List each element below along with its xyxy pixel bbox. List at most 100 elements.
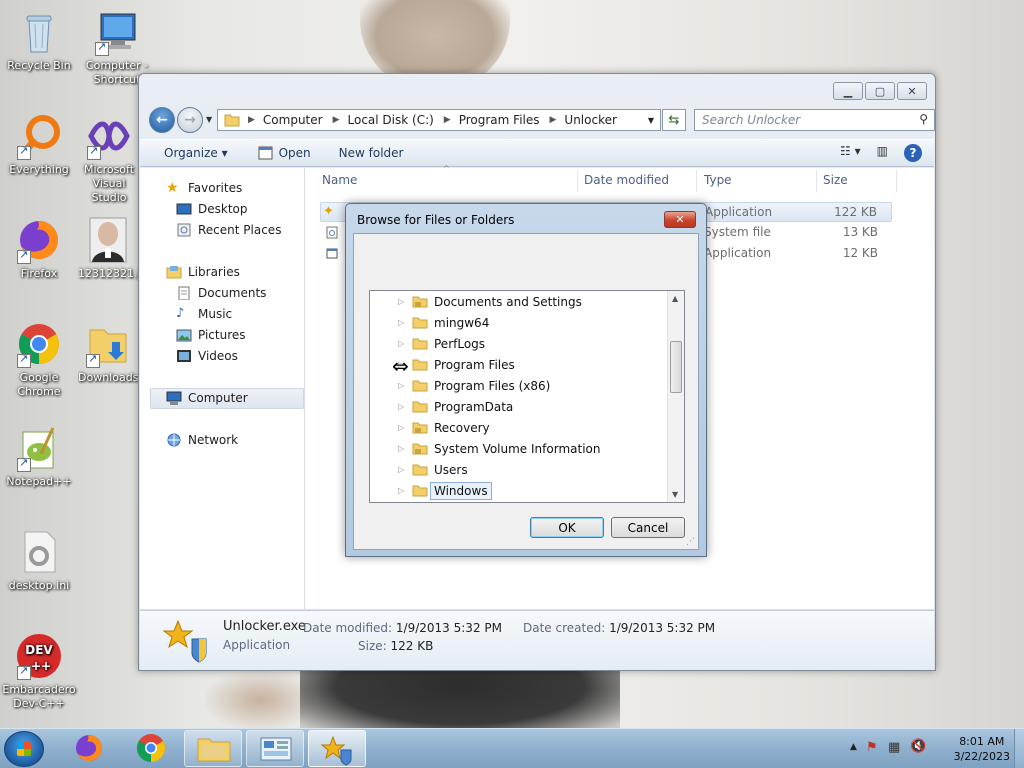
open-button[interactable]: Open (258, 146, 311, 160)
settings-file-icon (15, 528, 63, 576)
new-folder-button[interactable]: New folder (339, 146, 404, 160)
shortcut-arrow-icon (17, 352, 31, 368)
breadcrumb-separator-icon: ▶ (248, 115, 255, 125)
tree-item-windows[interactable]: ▷ Windows (370, 480, 492, 501)
volume-muted-icon[interactable]: 🔇 (910, 739, 926, 754)
folder-icon (412, 464, 428, 476)
nav-libraries[interactable]: Libraries (166, 262, 240, 282)
address-dropdown-icon[interactable]: ▼ (648, 116, 654, 125)
address-bar[interactable]: ▶ Computer ▶ Local Disk (C:) ▶ Program F… (217, 109, 661, 131)
expand-arrow-icon[interactable]: ▷ (398, 318, 408, 327)
forward-button[interactable]: → (177, 107, 203, 133)
search-input[interactable]: Search Unlocker ⚲ (694, 109, 935, 131)
column-size[interactable]: Size (823, 173, 848, 187)
show-hidden-icons-button[interactable]: ▲ (850, 742, 857, 752)
organize-button[interactable]: Organize ▾ (164, 146, 228, 160)
desktop-icon-dev-cpp[interactable]: DEV++ Embarcadero Dev-C++ (0, 632, 78, 711)
nav-desktop[interactable]: Desktop (176, 199, 248, 219)
tree-item-documents-and-settings[interactable]: ▷ Documents and Settings (370, 291, 582, 312)
breadcrumb-unlocker[interactable]: Unlocker (564, 113, 617, 127)
cancel-button[interactable]: Cancel (611, 517, 685, 538)
desktop-icon-notepad-plus-plus[interactable]: Notepad++ (0, 424, 78, 489)
close-button[interactable]: ✕ (897, 82, 927, 100)
expand-arrow-icon[interactable]: ▷ (398, 297, 408, 306)
minimize-button[interactable]: ▁ (833, 82, 863, 100)
desktop-icon-image-file[interactable]: 12312321.j (78, 216, 138, 281)
refresh-icon: ⇆ (668, 112, 680, 128)
nav-computer[interactable]: Computer (166, 388, 248, 408)
help-button[interactable]: ? (904, 144, 922, 162)
taskbar-explorer[interactable] (184, 730, 242, 767)
expand-arrow-icon[interactable]: ▷ (398, 444, 408, 453)
column-separator[interactable] (816, 170, 817, 192)
dialog-close-button[interactable]: ✕ (664, 211, 696, 228)
start-button[interactable] (4, 731, 44, 767)
tree-scrollbar[interactable]: ▲ ▼ (667, 291, 684, 502)
recent-pages-dropdown[interactable]: ▼ (206, 115, 212, 124)
scroll-down-icon[interactable]: ▼ (672, 490, 678, 499)
nav-music[interactable]: ♪ Music (176, 304, 232, 324)
breadcrumb-computer[interactable]: Computer (263, 113, 323, 127)
control-panel-icon (260, 737, 292, 761)
scroll-up-icon[interactable]: ▲ (672, 294, 678, 303)
nav-recent-places[interactable]: Recent Places (176, 220, 281, 240)
clock[interactable]: 8:01 AM 3/22/2023 (954, 734, 1010, 764)
scrollbar-thumb[interactable] (670, 341, 682, 393)
nav-pictures[interactable]: Pictures (176, 325, 246, 345)
desktop-icon-desktop-ini[interactable]: desktop.ini (0, 528, 78, 593)
taskbar-unlocker[interactable] (308, 730, 366, 767)
taskbar-chrome[interactable] (122, 730, 180, 767)
firefox-icon (76, 735, 102, 761)
column-separator[interactable] (696, 170, 697, 192)
action-center-flag-icon[interactable]: ⚑ (866, 740, 878, 755)
expand-arrow-icon[interactable]: ▷ (398, 402, 408, 411)
desktop-icon-firefox[interactable]: Firefox (0, 216, 78, 281)
preview-pane-icon: ▥ (876, 144, 888, 158)
resize-grip-icon[interactable]: ⋰ (686, 537, 695, 547)
breadcrumb-local-disk[interactable]: Local Disk (C:) (348, 113, 434, 127)
tree-item-recovery[interactable]: ▷ Recovery (370, 417, 490, 438)
expand-arrow-icon[interactable]: ▷ (398, 381, 408, 390)
breadcrumb-program-files[interactable]: Program Files (459, 113, 540, 127)
expand-arrow-icon[interactable]: ▷ (398, 423, 408, 432)
nav-favorites[interactable]: ★ Favorites (166, 178, 242, 198)
desktop-icon-recycle-bin[interactable]: Recycle Bin (0, 8, 78, 73)
change-view-button[interactable]: ☷ ▾ (840, 144, 861, 162)
taskbar-control-panel[interactable] (246, 730, 304, 767)
expand-arrow-icon[interactable]: ▷ (398, 486, 408, 495)
column-separator[interactable] (896, 170, 897, 192)
tree-item-perflogs[interactable]: ▷ PerfLogs (370, 333, 485, 354)
details-pane: Unlocker.exe Application Date modified: … (140, 610, 934, 670)
back-button[interactable]: ← (149, 107, 175, 133)
nav-network[interactable]: Network (166, 430, 238, 450)
desktop-icon-visual-studio[interactable]: Microsoft Visual Studio (78, 112, 140, 205)
tree-item-program-files-x86[interactable]: ▷ Program Files (x86) (370, 375, 550, 396)
recycle-bin-icon (15, 8, 63, 56)
tree-item-users[interactable]: ▷ Users (370, 459, 468, 480)
expand-arrow-icon[interactable]: ▷ (398, 339, 408, 348)
network-status-icon[interactable]: ▦ (888, 740, 900, 755)
desktop-icon-google-chrome[interactable]: Google Chrome (0, 320, 78, 399)
show-desktop-button[interactable] (1014, 729, 1024, 768)
tree-item-programdata[interactable]: ▷ ProgramData (370, 396, 513, 417)
ok-button[interactable]: OK (530, 517, 604, 538)
folder-tree[interactable]: ▷ Documents and Settings ▷ mingw64 ▷ Per… (369, 290, 685, 503)
refresh-button[interactable]: ⇆ (662, 109, 686, 131)
desktop-icon-everything[interactable]: Everything (0, 112, 78, 177)
star-icon: ★ (166, 180, 179, 196)
nav-documents[interactable]: Documents (176, 283, 266, 303)
preview-pane-button[interactable]: ▥ (877, 144, 888, 162)
nav-videos[interactable]: Videos (176, 346, 238, 366)
tree-item-system-volume-information[interactable]: ▷ System Volume Information (370, 438, 600, 459)
column-date-modified[interactable]: Date modified (584, 173, 669, 187)
folder-icon (412, 485, 428, 497)
maximize-button[interactable]: ▢ (865, 82, 895, 100)
tree-item-mingw64[interactable]: ▷ mingw64 (370, 312, 489, 333)
column-separator[interactable] (577, 170, 578, 192)
taskbar: ▲ ⚑ ▦ 🔇 8:01 AM 3/22/2023 (0, 728, 1024, 768)
column-type[interactable]: Type (704, 173, 732, 187)
taskbar-firefox[interactable] (60, 730, 118, 767)
column-name[interactable]: Name (322, 173, 357, 187)
expand-arrow-icon[interactable]: ▷ (398, 465, 408, 474)
desktop-icon-downloads[interactable]: Downloads (78, 320, 138, 385)
